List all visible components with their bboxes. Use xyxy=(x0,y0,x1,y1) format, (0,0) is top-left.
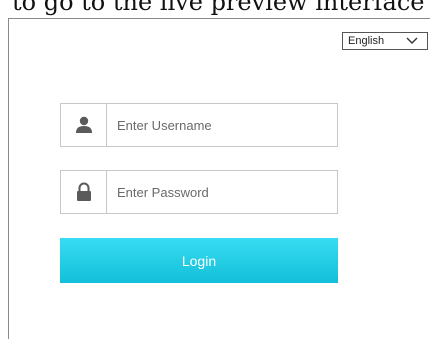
username-input[interactable] xyxy=(107,104,335,146)
password-input[interactable] xyxy=(107,171,335,213)
language-select[interactable]: English xyxy=(342,32,428,50)
login-button[interactable]: Login xyxy=(60,238,338,283)
lock-icon xyxy=(76,182,91,201)
password-field xyxy=(60,170,338,214)
username-field xyxy=(60,103,338,147)
document-caption: to go to the live preview interface xyxy=(12,0,425,16)
language-select-value: English xyxy=(348,35,385,47)
chevron-down-icon xyxy=(406,37,418,44)
user-icon xyxy=(75,116,92,133)
password-icon-box xyxy=(61,171,107,213)
username-icon-box xyxy=(61,104,107,146)
